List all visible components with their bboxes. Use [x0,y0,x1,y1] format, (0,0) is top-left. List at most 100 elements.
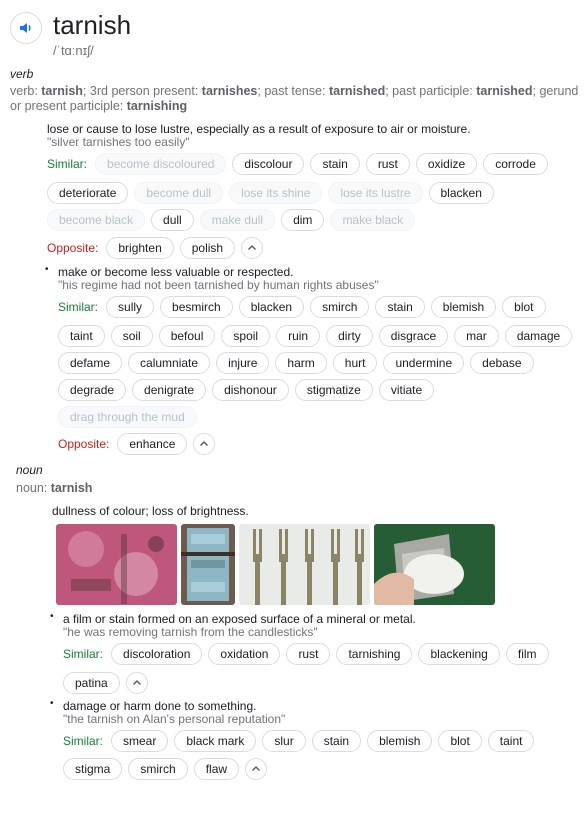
collapse-button[interactable] [193,433,216,455]
synonym-chip[interactable]: polish [179,237,236,259]
synonym-chip[interactable]: oxidize [415,153,478,175]
synonym-chip[interactable]: rust [365,153,410,175]
synonym-chip[interactable]: ruin [276,325,321,347]
image-tarnished-forks[interactable] [239,524,370,605]
pos-verb: verb [10,67,34,81]
chip-group: smear black mark slur stain blemish blot taint [111,730,540,752]
synonym-chip[interactable]: lose its shine [229,182,323,204]
synonym-chip[interactable]: spoil [221,325,271,347]
synonym-chip[interactable]: blot [502,296,546,318]
synonym-chip[interactable]: harm [275,352,327,374]
opposite-label: Opposite: [58,437,110,451]
form-word: tarnish [41,84,83,98]
synonym-chip[interactable]: slur [262,730,306,752]
synonym-chip[interactable]: smirch [310,296,370,318]
synonym-chip[interactable]: besmirch [160,296,233,318]
synonym-chip[interactable]: befoul [158,325,216,347]
synonym-chip[interactable]: tarnishing [336,643,413,665]
synonym-chip[interactable]: smirch [128,758,188,780]
pronunciation-button[interactable] [10,12,42,44]
image-polishing-silver-cup[interactable] [374,524,495,605]
synonym-chip[interactable]: brighten [106,237,174,259]
image-rusted-pink-metal[interactable] [56,524,177,605]
similar-row: stigma smirch flaw [63,758,268,780]
synonym-chip[interactable]: make dull [199,209,276,231]
synonym-chip[interactable]: undermine [383,352,465,374]
synonym-chip[interactable]: rust [286,643,331,665]
collapse-button[interactable] [241,237,264,259]
synonym-chip[interactable]: taint [58,325,105,347]
synonym-chip[interactable]: become discoloured [95,153,227,175]
synonym-chip[interactable]: lose its lustre [328,182,423,204]
synonym-chip[interactable]: make black [330,209,416,231]
synonym-chip[interactable]: vitiate [378,379,435,401]
synonym-chip[interactable]: corrode [483,153,548,175]
similar-row: drag through the mud [58,406,203,428]
synonym-chip[interactable]: stain [311,730,362,752]
chip-group: degrade denigrate dishonour stigmatize vitia… [58,379,440,401]
synonym-chip[interactable]: blemish [367,730,433,752]
chip-group: taint soil befoul spoil ruin dirty disgrace mar… [58,325,578,347]
definition: dullness of colour; loss of brightness. [52,504,249,518]
synonym-chip[interactable]: hurt [332,352,378,374]
synonym-chip[interactable]: defame [58,352,123,374]
chevron-up-icon [248,244,257,251]
synonym-chip[interactable]: blemish [430,296,497,318]
synonym-chip[interactable]: blackening [418,643,500,665]
synonym-chip[interactable]: blot [438,730,482,752]
synonym-chip[interactable]: enhance [117,433,188,455]
chip-group: discoloration oxidation rust tarnishing blac… [111,643,555,665]
synonym-chip[interactable]: debase [470,352,534,374]
collapse-button[interactable] [245,758,268,780]
noun-forms: noun: tarnish [16,481,92,496]
synonym-chip[interactable]: damage [504,325,573,347]
synonym-chip[interactable]: become black [47,209,146,231]
synonym-chip[interactable]: patina [63,672,120,694]
synonym-chip[interactable]: injure [216,352,270,374]
synonym-chip[interactable]: stigmatize [294,379,373,401]
synonym-chip[interactable]: soil [110,325,153,347]
synonym-chip[interactable]: dim [281,209,325,231]
synonym-chip[interactable]: taint [487,730,535,752]
synonym-chip[interactable]: oxidation [208,643,281,665]
synonym-chip[interactable]: degrade [58,379,127,401]
similar-row: Similar: become discoloured discolour stai… [47,153,554,175]
synonym-chip[interactable]: discolour [232,153,305,175]
form-word: tarnish [50,481,93,495]
similar-row: Similar: discoloration oxidation rust tarni… [63,643,555,665]
synonym-chip[interactable]: stain [310,153,360,175]
synonym-chip[interactable]: film [505,643,549,665]
synonym-chip[interactable]: denigrate [132,379,207,401]
synonym-chip[interactable]: drag through the mud [58,406,197,428]
similar-row: taint soil befoul spoil ruin dirty disgrace mar… [58,325,578,347]
synonym-chip[interactable]: blacken [238,296,305,318]
speaker-icon [20,23,31,33]
opposite-label: Opposite: [47,241,99,255]
image-weathered-blue-metal[interactable] [181,524,235,605]
synonym-chip[interactable]: mar [454,325,499,347]
synonym-chip[interactable]: blacken [428,182,494,204]
similar-row: become black dull make dull dim make black [47,209,421,231]
synonym-chip[interactable]: stigma [63,758,123,780]
synonym-chip[interactable]: flaw [193,758,240,780]
synonym-chip[interactable]: stain [375,296,425,318]
synonym-chip[interactable]: discoloration [111,643,203,665]
synonym-chip[interactable]: sully [106,296,155,318]
synonym-chip[interactable]: dull [151,209,194,231]
synonym-chip[interactable]: dishonour [212,379,289,401]
similar-row: defame calumniate injure harm hurt undermine d… [58,352,540,374]
chevron-up-icon [200,440,209,447]
synonym-chip[interactable]: smear [111,730,169,752]
form-word: tarnishing [126,99,188,113]
synonym-chip[interactable]: disgrace [378,325,449,347]
synonym-chip[interactable]: calumniate [128,352,211,374]
form-word: tarnished [328,84,386,98]
synonym-chip[interactable]: deteriorate [47,182,129,204]
synonym-chip[interactable]: dirty [326,325,373,347]
definition: lose or cause to lose lustre, especially… [47,122,471,136]
similar-label: Similar: [47,157,88,171]
synonym-chip[interactable]: black mark [174,730,257,752]
forms-text: ; past participle: [385,84,477,98]
synonym-chip[interactable]: become dull [134,182,224,204]
collapse-button[interactable] [125,672,148,694]
